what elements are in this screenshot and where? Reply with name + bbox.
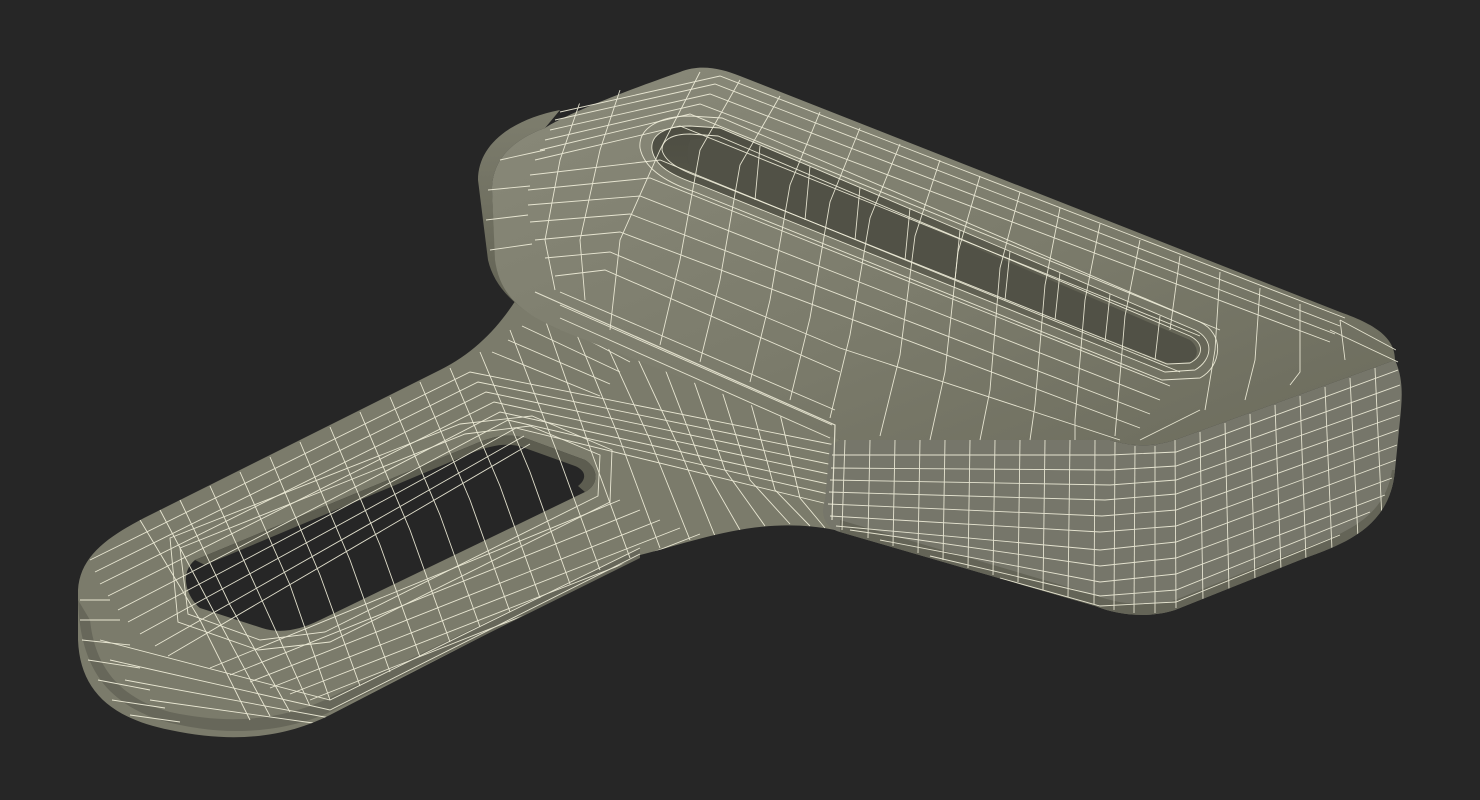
seat-belt-buckle-wireframe-model[interactable] (0, 0, 1480, 800)
3d-viewport[interactable] (0, 0, 1480, 800)
